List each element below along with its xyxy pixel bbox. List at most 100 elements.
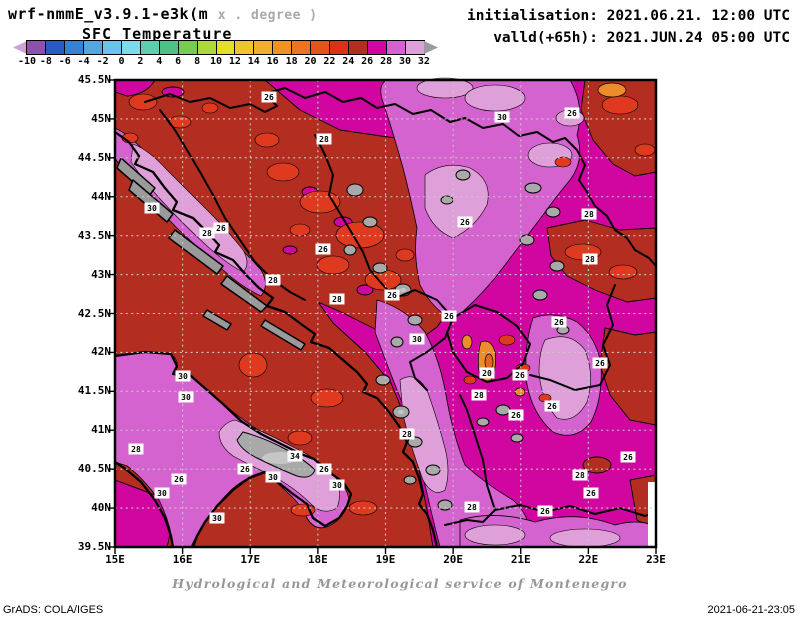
contour-label: 26 — [512, 369, 528, 381]
lat-label: 42N — [91, 345, 111, 359]
contour-label: 26 — [261, 91, 277, 103]
contour-label: 28 — [329, 293, 345, 305]
lat-label: 42.5N — [77, 306, 111, 320]
colorbar-tick: 4 — [156, 56, 163, 67]
lat-label: 45.5N — [77, 73, 111, 86]
svg-text:26: 26 — [567, 109, 577, 118]
contour-label: 28 — [265, 274, 281, 286]
svg-text:26: 26 — [264, 93, 274, 102]
lat-label: 45N — [91, 111, 111, 125]
colorbar-segment — [140, 41, 160, 54]
colorbar-tick: 16 — [266, 56, 279, 67]
contour-label: 28 — [128, 443, 144, 455]
lat-label: 43.5N — [77, 228, 111, 242]
colorbar-segment — [27, 41, 46, 54]
temperature-map: 262830 263028262628282628282626302620 2626… — [108, 77, 658, 554]
colorbar-tick: 30 — [398, 56, 412, 67]
lat-label: 43N — [91, 267, 111, 281]
valid-line: valld(+65h): 2021.JUN.24 05:00 UTC — [493, 30, 790, 46]
colorbar-segment — [178, 41, 198, 54]
lon-label: 23E — [646, 553, 666, 566]
contour-label: 26 — [457, 216, 473, 228]
contour-label: 30 — [209, 512, 225, 524]
svg-text:30: 30 — [268, 473, 278, 482]
contour-label: 26 — [171, 473, 187, 485]
colorbar-tick: -10 — [17, 56, 37, 67]
svg-text:30: 30 — [332, 481, 342, 490]
contour-label: 26 — [384, 289, 400, 301]
grads-weather-plot: { "header": { "model_title": "wrf-nmmE_v… — [0, 0, 800, 618]
lat-label: 44.5N — [77, 150, 111, 164]
model-title-main: wrf-nmmE_v3.9.1-e3k(m — [8, 5, 209, 23]
contour-label: 26 — [537, 505, 553, 517]
contour-label: 26 — [213, 222, 229, 234]
svg-text:26: 26 — [554, 318, 564, 327]
svg-text:28: 28 — [402, 430, 412, 439]
svg-text:30: 30 — [497, 113, 507, 122]
colorbar-tick: 12 — [228, 56, 241, 67]
svg-text:28: 28 — [575, 471, 585, 480]
contour-label: 26 — [620, 451, 636, 463]
contour-label: 30 — [178, 391, 194, 403]
svg-text:30: 30 — [178, 372, 188, 381]
colorbar-tick: 14 — [247, 56, 260, 67]
contour-label: 26 — [551, 316, 567, 328]
contour-label: 28 — [464, 501, 480, 513]
lon-label: 20E — [443, 553, 464, 566]
svg-text:26: 26 — [586, 489, 596, 498]
colorbar-segment — [292, 41, 312, 54]
colorbar-tick: -8 — [39, 56, 52, 67]
contour-label: 28 — [199, 227, 215, 239]
svg-text:28: 28 — [131, 445, 141, 454]
contour-label: 26 — [315, 243, 331, 255]
svg-text:26: 26 — [387, 291, 397, 300]
svg-text:26: 26 — [595, 359, 605, 368]
colorbar-segment — [406, 41, 425, 54]
svg-text:28: 28 — [467, 503, 477, 512]
colorbar-arrow-left — [13, 41, 27, 54]
lon-label: 17E — [240, 553, 261, 566]
colorbar-tick: 28 — [380, 56, 393, 67]
initialisation-line: initialisation: 2021.06.21. 12:00 UTC — [466, 8, 790, 24]
colorbar-tick: 24 — [342, 56, 355, 67]
svg-text:26: 26 — [511, 411, 521, 420]
colorbar-tick: 10 — [209, 56, 223, 67]
colorbar-tick: 26 — [361, 56, 374, 67]
svg-text:28: 28 — [585, 255, 595, 264]
colorbar-segment — [349, 41, 369, 54]
contour-label: 26 — [508, 409, 524, 421]
colorbar-arrow-right — [424, 41, 438, 54]
contour-label: 26 — [441, 310, 457, 322]
lat-label: 44N — [91, 189, 111, 203]
colorbar-segment — [254, 41, 274, 54]
contour-label: 26 — [564, 107, 580, 119]
colorbar-segment — [83, 41, 103, 54]
contour-label: 28 — [316, 133, 332, 145]
contour-label: 20 — [479, 367, 495, 379]
lat-label: 39.5N — [77, 540, 111, 553]
contour-label: 30 — [265, 471, 281, 483]
contour-label: 26 — [237, 463, 253, 475]
svg-text:26: 26 — [540, 507, 550, 516]
svg-text:30: 30 — [181, 393, 191, 402]
model-title-units: x . degree ) — [217, 8, 318, 23]
svg-text:34: 34 — [290, 452, 300, 461]
creation-timestamp: 2021-06-21-23:05 — [707, 604, 795, 616]
colorbar-segment — [197, 41, 217, 54]
colorbar-tick: 18 — [285, 56, 298, 67]
svg-text:28: 28 — [584, 210, 594, 219]
contour-label: 30 — [494, 111, 510, 123]
svg-text:26: 26 — [444, 312, 454, 321]
model-title: wrf-nmmE_v3.9.1-e3k(m x . degree ) — [8, 5, 318, 23]
svg-text:26: 26 — [623, 453, 633, 462]
contour-label: 30 — [175, 370, 191, 382]
lon-label: 16E — [172, 553, 193, 566]
colorbar-segment — [235, 41, 255, 54]
lat-label: 40.5N — [77, 462, 111, 476]
colorbar-segment — [330, 41, 350, 54]
svg-text:20: 20 — [482, 369, 492, 378]
svg-text:28: 28 — [268, 276, 278, 285]
colorbar-tick: 22 — [323, 56, 336, 67]
svg-text:30: 30 — [157, 489, 167, 498]
colorbar-segment — [273, 41, 293, 54]
